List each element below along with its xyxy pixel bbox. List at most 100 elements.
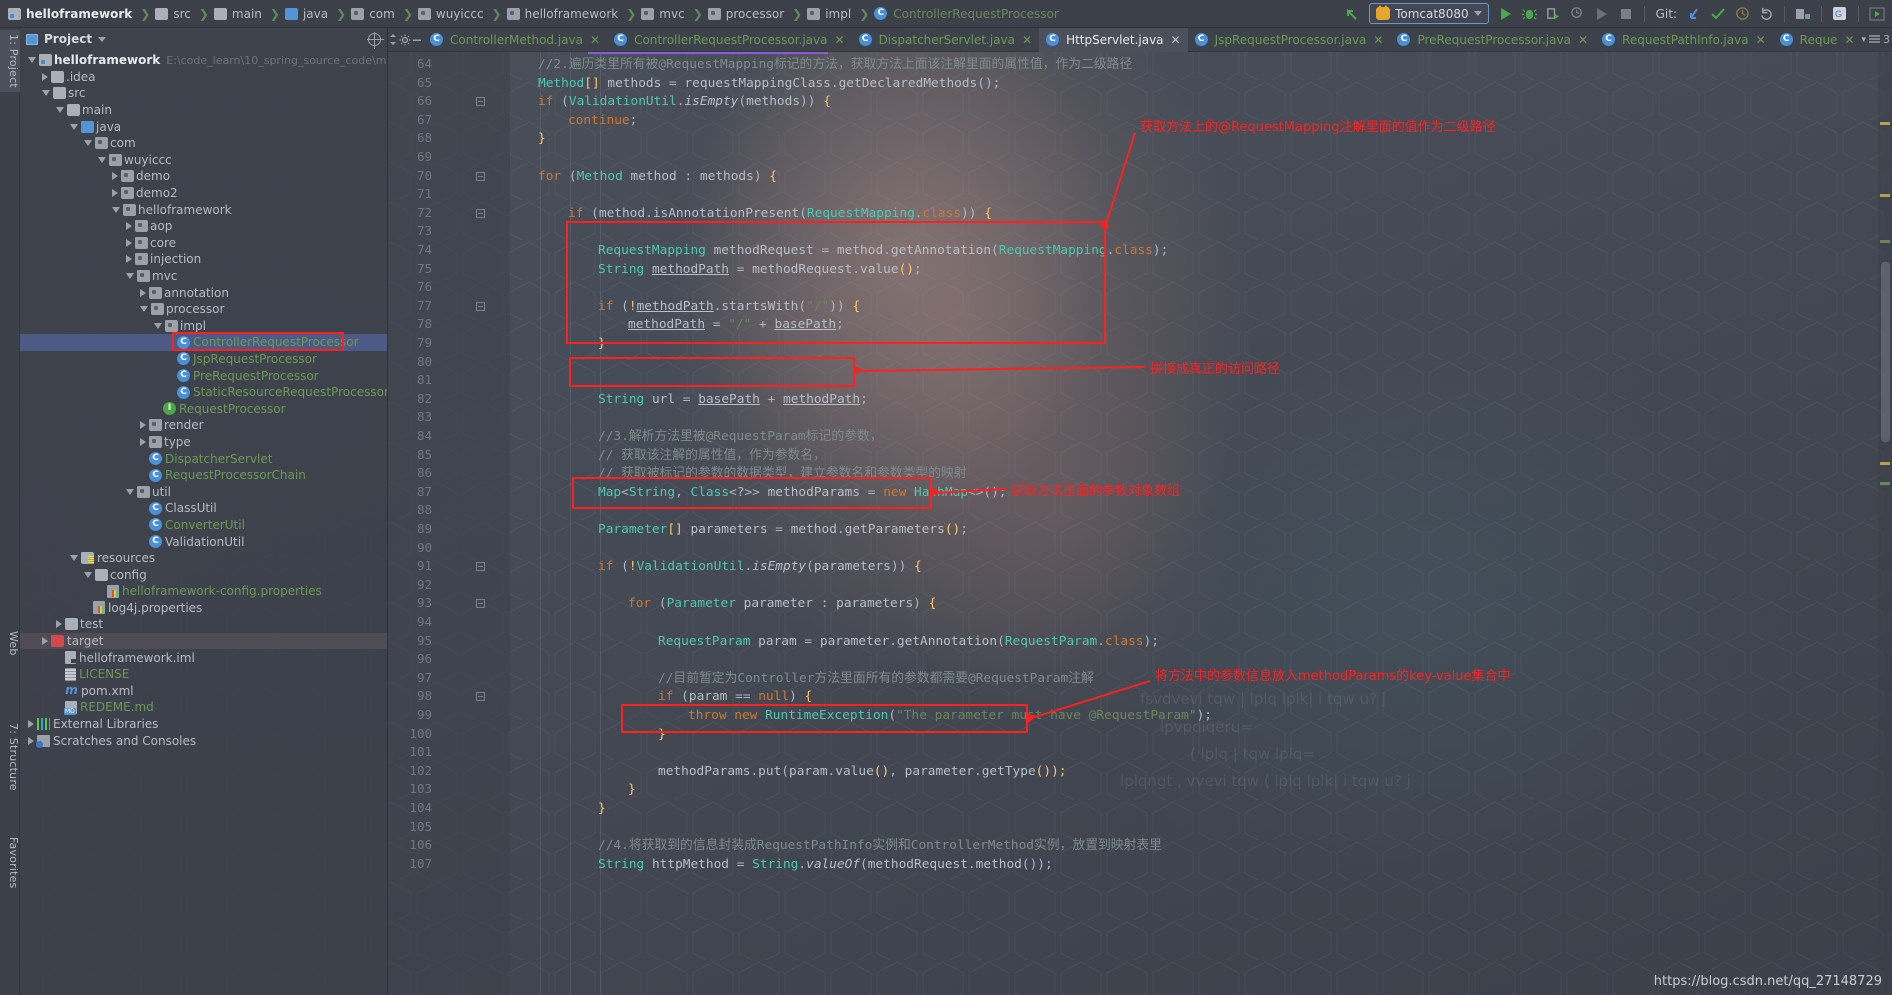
code-line[interactable]: if (method.isAnnotationPresent(RequestMa…: [510, 205, 1892, 224]
run-icon[interactable]: [1495, 3, 1517, 25]
tree-item[interactable]: injection: [20, 251, 387, 268]
chevron-down-icon[interactable]: [154, 322, 162, 329]
chevron-down-icon[interactable]: [112, 206, 120, 213]
code-line[interactable]: [510, 819, 1892, 838]
search-everywhere-icon[interactable]: G: [1829, 3, 1851, 25]
chevron-right-icon[interactable]: [56, 620, 62, 629]
chevron-right-icon[interactable]: [28, 720, 34, 729]
tree-item[interactable]: C ClassUtil: [20, 500, 387, 517]
tree-item[interactable]: render: [20, 417, 387, 434]
code-line[interactable]: Map<String, Class<?>> methodParams = new…: [510, 484, 1892, 503]
code-line[interactable]: if (param == null) {: [510, 688, 1892, 707]
code-line[interactable]: }: [510, 335, 1892, 354]
play-small-icon[interactable]: [1866, 3, 1888, 25]
code-line[interactable]: if (!methodPath.startsWith("/")) {: [510, 298, 1892, 317]
code-fold-icon[interactable]: [476, 171, 485, 181]
chevron-down-icon[interactable]: [84, 140, 92, 147]
code-line[interactable]: [510, 149, 1892, 168]
tool-window-web[interactable]: Web: [0, 622, 20, 664]
tree-item[interactable]: log4j.properties: [20, 600, 387, 617]
chevron-right-icon[interactable]: [112, 189, 118, 198]
marker-warning[interactable]: [1880, 462, 1890, 465]
close-icon[interactable]: ✕: [590, 33, 600, 47]
code-line[interactable]: Parameter[] parameters = method.getParam…: [510, 521, 1892, 540]
tree-item[interactable]: C PreRequestProcessor: [20, 367, 387, 384]
code-line[interactable]: }: [510, 800, 1892, 819]
marker-info[interactable]: [1880, 482, 1890, 485]
editor-marker-bar[interactable]: [1878, 52, 1892, 995]
close-icon[interactable]: ✕: [1373, 33, 1383, 47]
code-line[interactable]: // 获取被标记的参数的数据类型，建立参数名和参数类型的映射: [510, 465, 1892, 484]
chevron-down-icon[interactable]: [70, 555, 78, 562]
code-line[interactable]: //4.将获取到的信息封装成RequestPathInfo实例和Controll…: [510, 837, 1892, 856]
tool-window-structure[interactable]: 7: Structure: [0, 718, 20, 796]
rollback-icon[interactable]: [1755, 3, 1777, 25]
code-line[interactable]: for (Parameter parameter : parameters) {: [510, 595, 1892, 614]
tree-item[interactable]: External Libraries: [20, 716, 387, 733]
chevron-down-icon[interactable]: [98, 36, 107, 42]
breadcrumb-item-mvc[interactable]: mvc: [639, 0, 689, 28]
history-icon[interactable]: [1731, 3, 1753, 25]
code-line[interactable]: [510, 577, 1892, 596]
project-structure-icon[interactable]: [1792, 3, 1814, 25]
tree-item[interactable]: type: [20, 434, 387, 451]
close-icon[interactable]: ✕: [1844, 33, 1854, 47]
chevron-right-icon[interactable]: [42, 72, 48, 81]
locate-icon[interactable]: [367, 31, 384, 49]
code-line[interactable]: throw new RuntimeException("The paramete…: [510, 707, 1892, 726]
tree-item[interactable]: java: [20, 118, 387, 135]
editor-tab-reque[interactable]: C Reque ✕: [1773, 28, 1862, 52]
editor-gutter[interactable]: 64 65 66 67 68 69 70 71 72 73 74 75 76 77 78 79 80 81 82 83…: [388, 52, 510, 995]
tree-item[interactable]: C ConverterUtil: [20, 517, 387, 534]
chevron-down-icon[interactable]: [28, 57, 36, 64]
code-line[interactable]: if (!ValidationUtil.isEmpty(parameters))…: [510, 558, 1892, 577]
chevron-down-icon[interactable]: [84, 571, 92, 578]
tab-list-icon[interactable]: [388, 28, 399, 52]
code-line[interactable]: Method[] methods = requestMappingClass.g…: [510, 75, 1892, 94]
code-fold-icon[interactable]: [476, 97, 485, 107]
tree-item[interactable]: annotation: [20, 284, 387, 301]
code-line[interactable]: // 获取该注解的属性值，作为参数名，: [510, 447, 1892, 466]
profile-icon[interactable]: [1567, 3, 1589, 25]
back-arrow-icon[interactable]: [1341, 3, 1363, 25]
chevron-down-icon[interactable]: [1473, 11, 1482, 16]
gear-icon[interactable]: [399, 28, 411, 52]
chevron-right-icon[interactable]: [112, 172, 118, 181]
code-line[interactable]: //3.解析方法里被@RequestParam标记的参数，: [510, 428, 1892, 447]
code-fold-icon[interactable]: [476, 692, 485, 702]
close-icon[interactable]: ✕: [1578, 33, 1588, 47]
editor-code-area[interactable]: //2.遍历类里所有被@RequestMapping标记的方法，获取方法上面该注…: [510, 52, 1892, 995]
code-line[interactable]: methodPath = "/" + basePath;: [510, 316, 1892, 335]
editor-scrollbar-thumb[interactable]: [1881, 262, 1890, 442]
tree-item-target[interactable]: target: [20, 632, 387, 650]
chevron-down-icon[interactable]: [70, 123, 78, 130]
close-icon[interactable]: ✕: [1171, 33, 1181, 47]
chevron-right-icon[interactable]: [126, 238, 132, 247]
run-configuration-selector[interactable]: Tomcat8080: [1369, 3, 1489, 24]
chevron-down-icon[interactable]: [42, 90, 50, 97]
editor-tab-requestpathinfo-java[interactable]: C RequestPathInfo.java ✕: [1595, 28, 1773, 52]
code-line[interactable]: for (Method method : methods) {: [510, 168, 1892, 187]
code-line[interactable]: }: [510, 781, 1892, 800]
breadcrumb-item-java[interactable]: java: [283, 0, 333, 28]
breadcrumb-item-main[interactable]: main: [212, 0, 267, 28]
code-editor[interactable]: 64 65 66 67 68 69 70 71 72 73 74 75 76 77 78 79 80 81 82 83…: [388, 52, 1892, 995]
tree-item[interactable]: src: [20, 85, 387, 102]
chevron-right-icon[interactable]: [126, 255, 132, 264]
chevron-right-icon[interactable]: [28, 736, 34, 745]
code-line[interactable]: [510, 744, 1892, 763]
tool-window-project[interactable]: 1: Project: [0, 30, 20, 92]
code-line[interactable]: String url = basePath + methodPath;: [510, 391, 1892, 410]
chevron-right-icon[interactable]: [126, 222, 132, 231]
tree-item[interactable]: util: [20, 483, 387, 500]
tree-item[interactable]: com: [20, 135, 387, 152]
tree-item-controllerrequestprocessor[interactable]: C ControllerRequestProcessor: [20, 334, 387, 351]
tree-item[interactable]: C ValidationUtil: [20, 533, 387, 550]
chevron-right-icon[interactable]: [140, 288, 146, 297]
breadcrumb-item-impl[interactable]: impl: [805, 0, 856, 28]
close-icon[interactable]: ✕: [1756, 33, 1766, 47]
breadcrumb-item-controllerrequestprocessor[interactable]: C ControllerRequestProcessor: [872, 0, 1064, 28]
tree-item[interactable]: C RequestProcessorChain: [20, 467, 387, 484]
code-line[interactable]: String httpMethod = String.valueOf(metho…: [510, 856, 1892, 875]
code-fold-icon[interactable]: [476, 599, 485, 609]
